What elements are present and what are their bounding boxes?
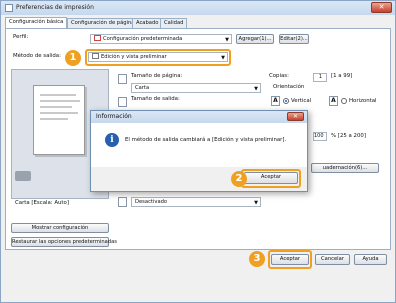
title-bar: Preferencias de impresión ✕ (1, 1, 395, 15)
restore-defaults-button[interactable]: Restaurar las opciones predeterminadas (11, 237, 117, 247)
print-preferences-window: Preferencias de impresión ✕ Configuració… (0, 0, 396, 303)
window-close-button[interactable]: ✕ (371, 2, 392, 13)
zoom-range: % [25 a 200] (331, 133, 366, 139)
duplex-icon (118, 197, 127, 207)
callout-2: 2 (231, 171, 247, 187)
landscape-radio[interactable] (341, 98, 347, 104)
dialog-close-button[interactable]: ✕ (287, 112, 304, 121)
help-button[interactable]: Ayuda (354, 254, 387, 265)
window-title: Preferencias de impresión (16, 4, 94, 11)
tab-quality[interactable]: Calidad (160, 18, 188, 28)
text-line (40, 106, 72, 108)
show-settings-button[interactable]: Mostrar configuración (11, 223, 109, 233)
portrait-label: Vertical (291, 98, 312, 104)
information-dialog: Información ✕ i El método de salida camb… (90, 110, 308, 192)
chevron-down-icon: ▼ (225, 37, 229, 43)
edit-profile-button[interactable]: Editar(2)... (279, 34, 309, 44)
dialog-title: Información (96, 113, 132, 120)
page-preview-sheet (33, 85, 85, 155)
page-size-icon (118, 74, 127, 84)
duplex-select[interactable]: Desactivado ▼ (131, 197, 261, 207)
zoom-input[interactable]: 100 (313, 132, 327, 141)
output-method-icon (92, 53, 99, 59)
copies-input[interactable]: 1 (313, 73, 327, 82)
copies-label: Copias: (269, 73, 289, 79)
profile-select[interactable]: Configuración predeterminada ▼ (90, 34, 232, 44)
copies-range: [1 a 99] (331, 73, 353, 79)
tab-page-settings[interactable]: Configuración de página (67, 18, 139, 28)
dialog-accept-button[interactable]: Aceptar (244, 172, 298, 184)
printer-app-icon (5, 4, 13, 12)
output-method-select[interactable]: Edición y vista preliminar ▼ (88, 52, 228, 62)
chevron-down-icon: ▼ (221, 55, 225, 61)
output-method-label: Método de salida: (13, 53, 61, 59)
accept-button[interactable]: Aceptar (271, 254, 309, 265)
orientation-label: Orientación (273, 84, 305, 90)
portrait-icon: A (271, 96, 280, 106)
output-size-label: Tamaño de salida: (131, 96, 180, 102)
callout-3: 3 (249, 251, 265, 267)
add-profile-button[interactable]: Agregar(1)... (236, 34, 274, 44)
landscape-icon: A (329, 96, 338, 106)
text-line (40, 100, 80, 102)
landscape-label: Horizontal (349, 98, 377, 104)
tab-finishing[interactable]: Acabado (132, 18, 163, 28)
output-size-icon (118, 97, 127, 107)
chevron-down-icon: ▼ (254, 200, 258, 206)
printer-icon (15, 171, 31, 181)
text-line (40, 118, 68, 120)
profile-label: Perfil: (13, 34, 29, 40)
callout-1: 1 (65, 50, 81, 66)
cancel-button[interactable]: Cancelar (315, 254, 350, 265)
page-size-select[interactable]: Carta ▼ (131, 83, 261, 93)
chevron-down-icon: ▼ (254, 86, 258, 92)
info-icon: i (105, 133, 119, 147)
portrait-radio[interactable] (283, 98, 289, 104)
text-line (40, 94, 76, 96)
tab-basic-settings[interactable]: Configuración básica (5, 17, 68, 28)
text-line (40, 112, 78, 114)
profile-icon (94, 35, 101, 41)
preview-caption: Carta [Escala: Auto] (15, 200, 69, 206)
page-size-label: Tamaño de página: (131, 73, 183, 79)
dialog-body (91, 123, 307, 167)
dialog-title-bar: Información ✕ (91, 111, 307, 123)
dialog-message: El método de salida cambiará a [Edición … (125, 137, 287, 143)
binding-button[interactable]: uadernación(6)... (311, 163, 379, 173)
